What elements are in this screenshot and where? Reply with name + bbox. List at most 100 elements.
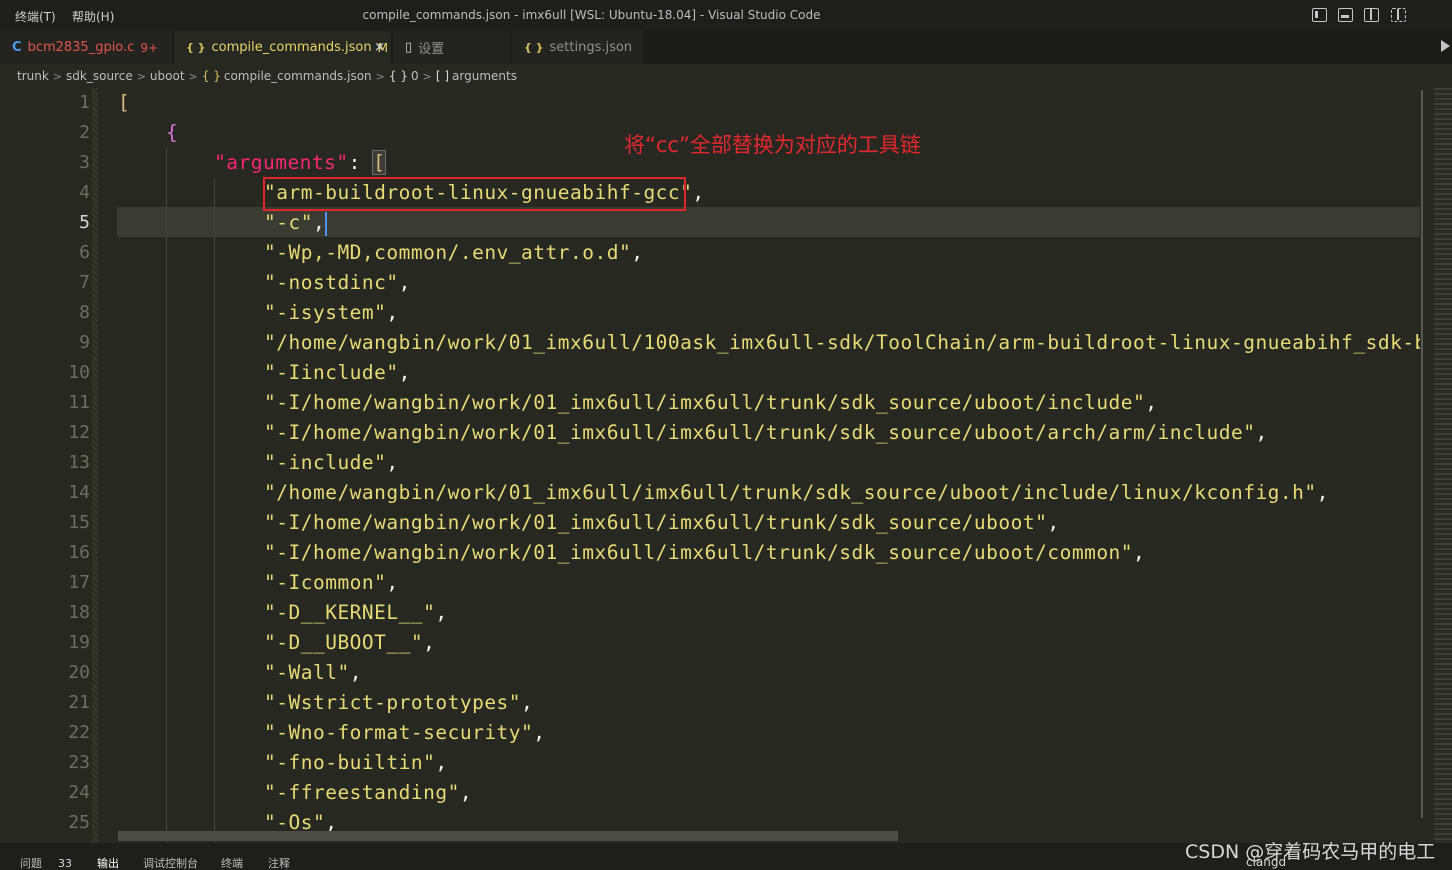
code-line[interactable]: "-isystem", <box>264 298 399 328</box>
breadcrumb-uboot[interactable]: uboot <box>150 69 185 83</box>
title-bar: 终端(T) 帮助(H) compile_commands.json - imx6… <box>0 0 1452 31</box>
line-number: 21 <box>68 692 90 713</box>
line-number: 6 <box>79 242 90 263</box>
line-number: 16 <box>68 542 90 563</box>
line-number: 11 <box>68 392 90 413</box>
code-line[interactable]: "-Wp,-MD,common/.env_attr.o.d", <box>264 238 643 268</box>
close-icon[interactable]: × <box>374 40 385 55</box>
tab-bcm2835-gpio[interactable]: C bcm2835_gpio.c 9+ <box>0 31 173 64</box>
line-number: 3 <box>79 152 90 173</box>
code-line[interactable]: "-fno-builtin", <box>264 748 448 778</box>
object-icon: { } <box>388 69 408 83</box>
line-number: 19 <box>68 632 90 653</box>
json-string: "-D__UBOOT__" <box>264 631 424 654</box>
json-comma: , <box>459 781 473 804</box>
line-number: 2 <box>79 122 90 143</box>
code-line[interactable]: "-nostdinc", <box>264 268 411 298</box>
json-comma: , <box>312 211 326 234</box>
json-comma: , <box>386 571 399 594</box>
json-string: "-I/home/wangbin/work/01_imx6ull/imx6ull… <box>264 391 1146 414</box>
code-editor[interactable]: 1 2 3 4 5 6 7 8 9 10 11 12 13 14 15 16 17 18 19 20 21 22 23 24 2… <box>0 88 1452 843</box>
code-line[interactable]: "-Wall", <box>264 658 362 688</box>
json-string: "-Wno-format-security" <box>264 721 534 744</box>
horizontal-scrollbar[interactable] <box>118 831 898 841</box>
line-number-gutter: 1 2 3 4 5 6 7 8 9 10 11 12 13 14 15 16 17 18 19 20 21 22 23 24 2… <box>0 88 100 843</box>
json-string: "-I/home/wangbin/work/01_imx6ull/imx6ull… <box>264 511 1048 534</box>
chevron-right-icon: > <box>136 69 146 83</box>
json-bracket: [ <box>372 150 387 175</box>
tab-compile-commands[interactable]: { } compile_commands.json M × <box>174 31 392 64</box>
window-title: compile_commands.json - imx6ull [WSL: Ub… <box>362 8 821 22</box>
code-line[interactable]: "-I/home/wangbin/work/01_imx6ull/imx6ull… <box>264 388 1158 418</box>
tab-settings-json[interactable]: { } settings.json <box>512 31 644 64</box>
chevron-right-icon: > <box>375 69 385 83</box>
json-string: "-Icommon" <box>264 571 387 594</box>
json-comma: , <box>1316 481 1329 504</box>
minimap[interactable] <box>1434 88 1452 843</box>
line-number: 20 <box>68 662 90 683</box>
tab-label: bcm2835_gpio.c <box>27 40 135 55</box>
code-line[interactable]: "-Iinclude", <box>264 358 411 388</box>
json-comma: , <box>435 601 448 624</box>
problems-count-badge: 33 <box>58 857 72 870</box>
toggle-primary-sidebar-icon[interactable] <box>1312 8 1327 22</box>
json-file-icon: { } <box>524 41 544 54</box>
tab-output[interactable]: 输出 <box>97 855 119 870</box>
tab-terminal[interactable]: 终端 <box>221 855 243 870</box>
json-comma: , <box>386 301 399 324</box>
json-string: "-include" <box>264 451 387 474</box>
run-icon[interactable] <box>1441 40 1450 52</box>
code-line[interactable]: { <box>166 118 178 148</box>
code-line[interactable]: "-Icommon", <box>264 568 399 598</box>
overview-ruler <box>1421 90 1423 818</box>
toggle-panel-icon[interactable] <box>1338 8 1353 22</box>
toggle-secondary-sidebar-icon[interactable] <box>1364 8 1379 22</box>
json-bracket: [ <box>118 91 131 114</box>
json-string: "-Wp,-MD,common/.env_attr.o.d" <box>264 241 632 264</box>
code-line[interactable]: "-I/home/wangbin/work/01_imx6ull/imx6ull… <box>264 418 1268 448</box>
breadcrumb-trunk[interactable]: trunk <box>17 69 49 83</box>
code-line[interactable]: "/home/wangbin/work/01_imx6ull/imx6ull/t… <box>264 478 1329 508</box>
code-line[interactable]: "-include", <box>264 448 399 478</box>
json-string: "-Wstrict-prototypes" <box>264 691 522 714</box>
tab-problems[interactable]: 问题 33 <box>20 855 72 870</box>
customize-layout-icon[interactable] <box>1391 8 1406 22</box>
line-number: 8 <box>79 302 90 323</box>
tab-comments[interactable]: 注释 <box>268 855 290 870</box>
chevron-right-icon: > <box>422 69 432 83</box>
json-comma: , <box>533 721 546 744</box>
code-line[interactable]: "arguments": [ <box>214 148 387 178</box>
code-line[interactable]: "-c", <box>264 208 328 238</box>
code-line[interactable]: "-I/home/wangbin/work/01_imx6ull/imx6ull… <box>264 508 1060 538</box>
json-colon: : <box>348 151 374 174</box>
json-comma: , <box>349 661 362 684</box>
code-line[interactable]: "-ffreestanding", <box>264 778 472 808</box>
json-string: "-ffreestanding" <box>264 781 460 804</box>
breadcrumb-sdk-source[interactable]: sdk_source <box>66 69 133 83</box>
code-line[interactable]: "/home/wangbin/work/01_imx6ull/100ask_im… <box>264 328 1420 358</box>
code-line[interactable]: "-D__UBOOT__", <box>264 628 435 658</box>
tab-debug-console[interactable]: 调试控制台 <box>143 855 198 870</box>
json-comma: , <box>1133 541 1146 564</box>
code-line[interactable]: "-D__KERNEL__", <box>264 598 448 628</box>
json-comma: , <box>398 271 411 294</box>
chevron-right-icon: > <box>52 69 63 83</box>
json-comma: , <box>1255 421 1268 444</box>
json-string: "/home/wangbin/work/01_imx6ull/100ask_im… <box>264 331 1420 354</box>
tab-settings-ui[interactable]: ▯ 设置 <box>393 31 511 64</box>
json-string: "-D__KERNEL__" <box>264 601 436 624</box>
code-line[interactable]: "-Wno-format-security", <box>264 718 546 748</box>
line-number: 4 <box>79 182 90 203</box>
line-number: 5 <box>79 212 90 233</box>
breadcrumb-arguments[interactable]: arguments <box>452 69 517 83</box>
breadcrumb-file[interactable]: compile_commands.json <box>224 69 372 83</box>
code-line[interactable]: "-I/home/wangbin/work/01_imx6ull/imx6ull… <box>264 538 1145 568</box>
line-number: 17 <box>68 572 90 593</box>
json-string: "-fno-builtin" <box>264 751 436 774</box>
c-file-icon: C <box>12 40 22 55</box>
json-string: "-c" <box>264 211 313 234</box>
code-line[interactable]: "-Wstrict-prototypes", <box>264 688 533 718</box>
breadcrumb-object[interactable]: 0 <box>411 69 419 83</box>
line-number: 18 <box>68 602 90 623</box>
code-line[interactable]: [ <box>118 88 130 118</box>
